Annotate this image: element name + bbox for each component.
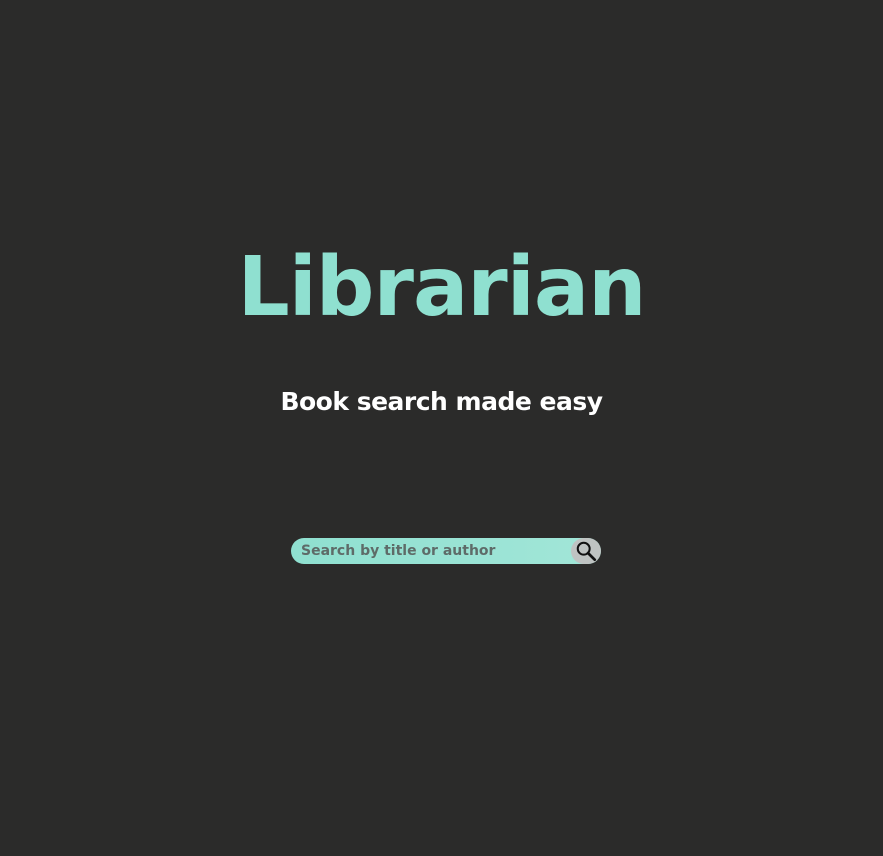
- tagline: Book search made easy: [280, 387, 603, 416]
- app-title: Librarian: [237, 240, 646, 335]
- search-icon: [576, 541, 597, 562]
- search-input[interactable]: [291, 538, 561, 564]
- search-button[interactable]: [571, 538, 601, 564]
- landing-page: Librarian Book search made easy: [0, 0, 883, 856]
- search-bar: [291, 538, 601, 564]
